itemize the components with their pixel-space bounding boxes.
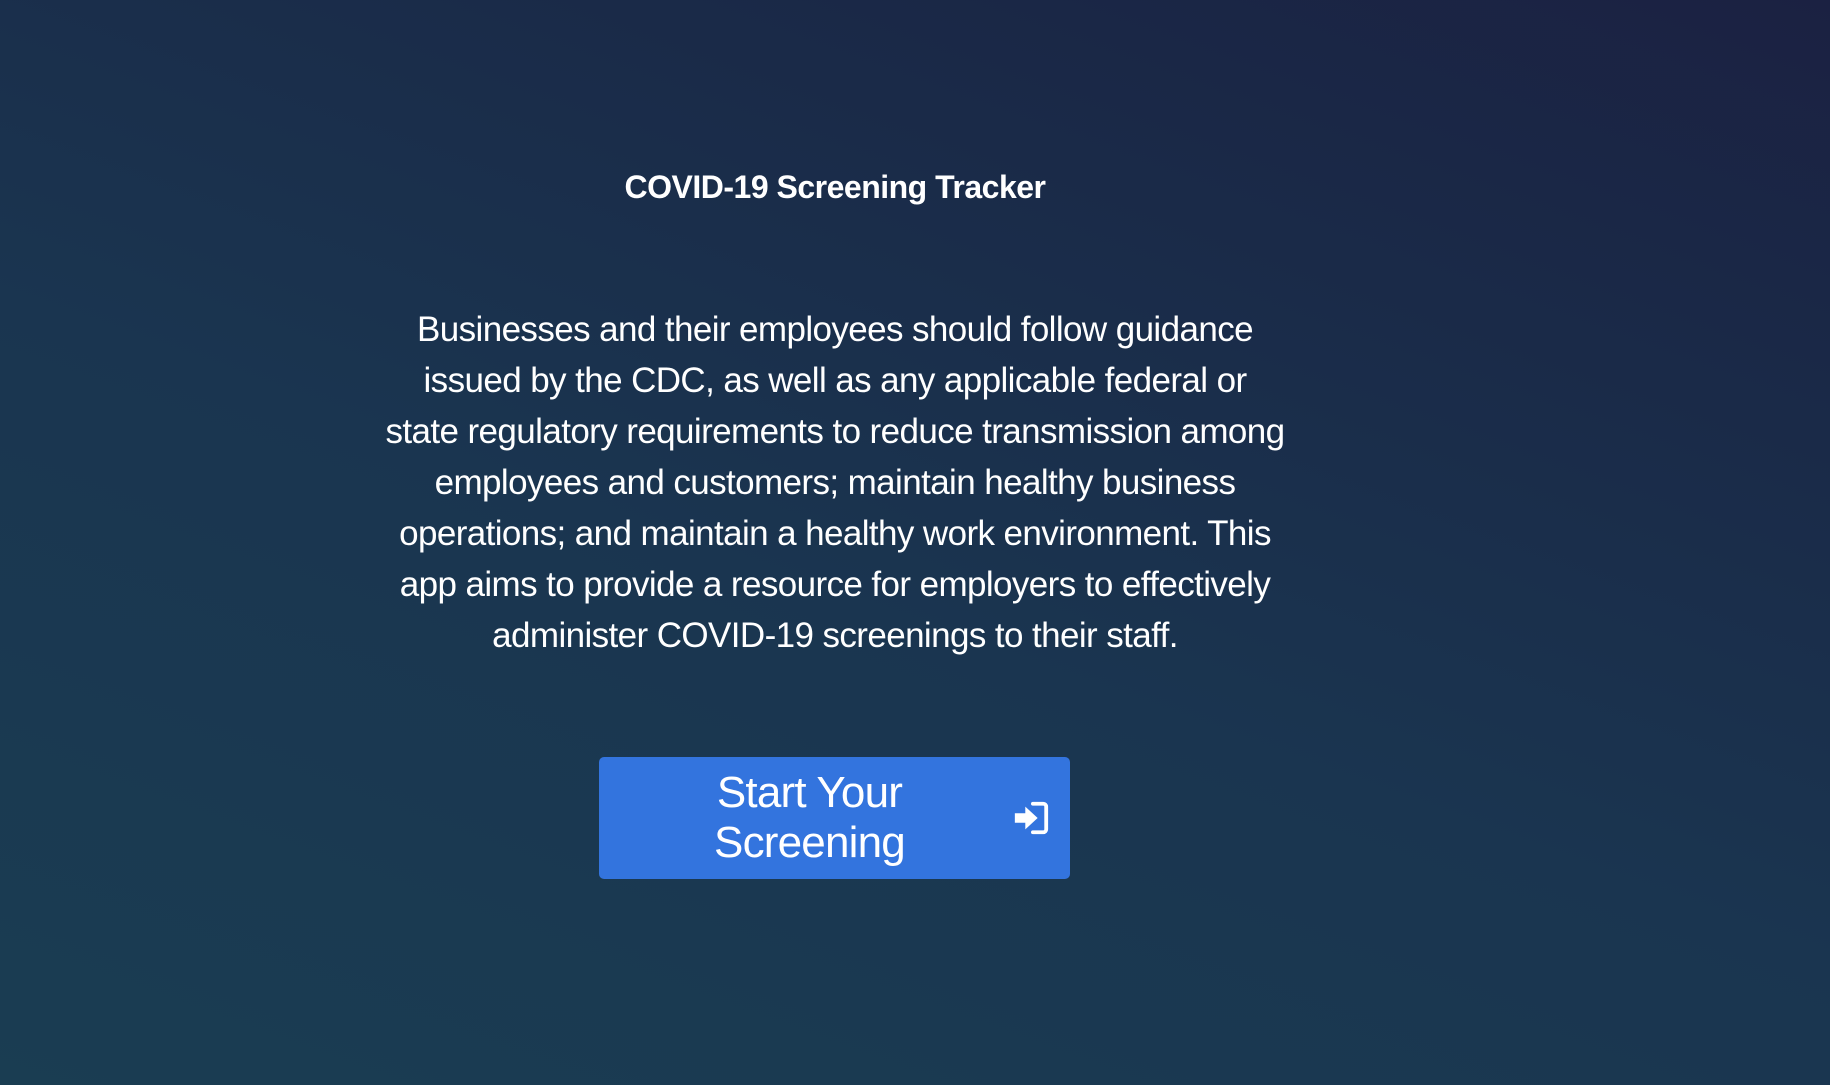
intro-description: Businesses and their employees should fo… [385, 310, 1286, 655]
start-screening-label: Start Your Screening [714, 768, 906, 867]
sign-in-icon [1012, 799, 1050, 837]
hero-section: COVID-19 Screening Tracker Businesses an… [0, 0, 1670, 1085]
page-title: COVID-19 Screening Tracker [624, 169, 1046, 205]
start-screening-button[interactable]: Start Your Screening [599, 757, 1070, 879]
